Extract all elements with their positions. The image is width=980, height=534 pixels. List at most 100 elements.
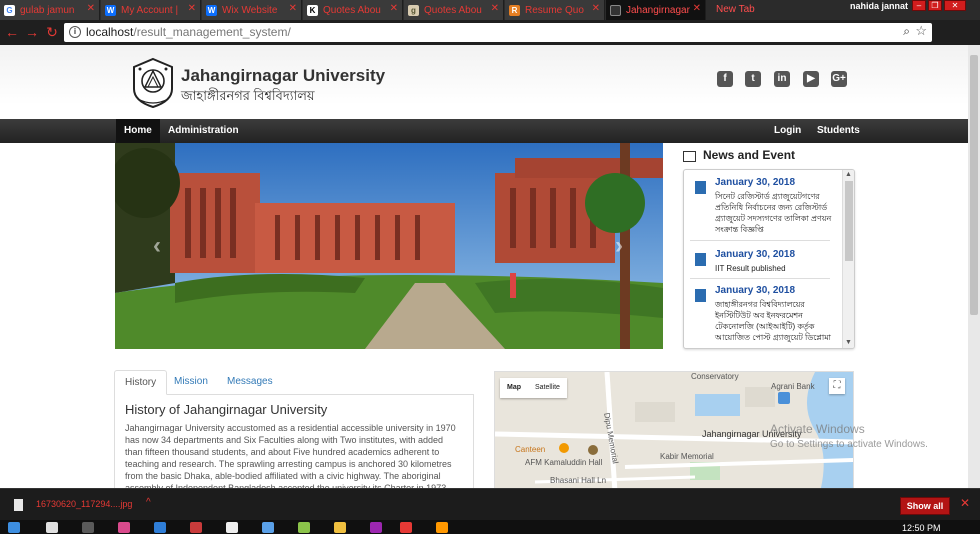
news-scrollbar[interactable]: ▲ ▼ — [842, 170, 854, 348]
history-body: Jahangirnagar University accustomed as a… — [125, 423, 456, 488]
news-date[interactable]: January 30, 2018 — [715, 249, 795, 260]
twitter-icon[interactable]: t — [745, 71, 761, 87]
news-item[interactable]: January 30, 2018 জাহাঙ্গীরনগর বিশ্ববিদ্য… — [690, 285, 833, 348]
show-all-button[interactable]: Show all — [900, 497, 950, 515]
tab-messages[interactable]: Messages — [217, 370, 283, 395]
new-tab-button[interactable]: New Tab — [710, 0, 755, 20]
close-tab-icon[interactable]: ✕ — [289, 3, 297, 14]
university-name-bangla: জাহাঙ্গীরনগর বিশ্ববিদ্যালয় — [181, 88, 315, 103]
maximize-icon[interactable]: ❐ — [928, 0, 942, 11]
news-item[interactable]: January 30, 2018 সিনেট রেজিস্টার্ড গ্র্য… — [690, 177, 833, 241]
task-view-icon[interactable] — [82, 522, 94, 533]
search-icon[interactable] — [46, 522, 58, 533]
close-tab-icon[interactable]: ✕ — [87, 3, 95, 14]
news-text[interactable]: সিনেট রেজিস্টার্ড গ্র্যাজুয়েটগণের প্রতি… — [715, 191, 833, 235]
k-icon: K — [307, 4, 318, 16]
scroll-thumb[interactable] — [845, 181, 853, 261]
document-icon — [695, 253, 706, 266]
facebook-icon[interactable]: f — [717, 71, 733, 87]
news-text[interactable]: জাহাঙ্গীরনগর বিশ্ববিদ্যালয়ের ইনস্টিটিউট… — [715, 299, 833, 343]
nav-students[interactable]: Students — [809, 119, 868, 143]
address-bar[interactable]: i localhost/result_management_system/ ⌕ … — [64, 23, 932, 42]
start-icon[interactable] — [8, 522, 20, 533]
carousel-next-icon[interactable]: › — [615, 234, 623, 258]
browser-tab[interactable]: W My Account | ✕ — [101, 0, 201, 20]
app-icon[interactable] — [262, 522, 274, 533]
site-header: Jahangirnagar University জাহাঙ্গীরনগর বি… — [0, 45, 968, 120]
university-name[interactable]: Jahangirnagar University — [181, 66, 385, 86]
google-plus-icon[interactable]: G+ — [831, 71, 847, 87]
wix-icon: W — [206, 4, 217, 16]
linkedin-icon[interactable]: in — [774, 71, 790, 87]
newspaper-icon — [683, 151, 696, 162]
browser-tab[interactable]: G gulab jamun ✕ — [0, 0, 100, 20]
clock[interactable]: 12:50 PM — [902, 523, 941, 533]
fullscreen-icon[interactable]: ⛶ — [829, 378, 845, 394]
chevron-up-icon[interactable]: ^ — [146, 497, 151, 508]
close-tab-icon[interactable]: ✕ — [188, 3, 196, 14]
map-type-control[interactable]: Map Satellite — [500, 378, 567, 398]
history-content: History of Jahangirnagar University Jaha… — [114, 394, 474, 488]
page-scrollbar[interactable] — [968, 45, 980, 488]
page-scroll-thumb[interactable] — [970, 55, 978, 315]
browser-tab[interactable]: g Quotes Abou ✕ — [404, 0, 504, 20]
app-icon[interactable] — [118, 522, 130, 533]
bookmark-star-icon[interactable]: ☆ — [915, 23, 927, 39]
app-icon[interactable] — [436, 522, 448, 533]
forward-icon[interactable]: → — [24, 24, 40, 40]
map-view-button[interactable]: Map — [500, 378, 528, 398]
windows-taskbar: 12:50 PM — [0, 520, 980, 534]
tab-title: Wix Website — [222, 4, 278, 16]
app-icon[interactable] — [190, 522, 202, 533]
tab-mission[interactable]: Mission — [164, 370, 218, 395]
campus-image-carousel[interactable]: ‹ › — [115, 143, 663, 349]
browser-tab[interactable]: R Resume Quo ✕ — [505, 0, 605, 20]
app-icon[interactable] — [226, 522, 238, 533]
close-tab-icon[interactable]: ✕ — [390, 3, 398, 14]
browser-tab-strip: G gulab jamun ✕ W My Account | ✕ W Wix W… — [0, 0, 980, 20]
nav-login[interactable]: Login — [766, 119, 809, 143]
app-icon[interactable] — [370, 522, 382, 533]
browser-tab[interactable]: W Wix Website ✕ — [202, 0, 302, 20]
youtube-icon[interactable]: ▶ — [803, 71, 819, 87]
news-item[interactable]: January 30, 2018 IIT Result published — [690, 249, 830, 279]
carousel-prev-icon[interactable]: ‹ — [153, 234, 161, 258]
app-icon[interactable] — [334, 522, 346, 533]
browser-tab[interactable]: K Quotes Abou ✕ — [303, 0, 403, 20]
university-logo[interactable] — [130, 57, 176, 109]
scroll-up-icon[interactable]: ▲ — [845, 171, 852, 178]
nav-home[interactable]: Home — [116, 119, 160, 143]
campus-photo — [115, 143, 663, 349]
close-icon[interactable]: ✕ — [960, 496, 970, 510]
browser-tab-active[interactable]: Jahangirnagar ✕ — [606, 0, 706, 20]
satellite-view-button[interactable]: Satellite — [528, 378, 567, 398]
info-icon[interactable]: i — [69, 26, 81, 38]
nav-administration[interactable]: Administration — [160, 119, 247, 143]
search-icon[interactable]: ⌕ — [903, 24, 910, 39]
scroll-down-icon[interactable]: ▼ — [845, 339, 852, 346]
download-filename[interactable]: 16730620_117294....jpg — [36, 499, 132, 509]
news-text[interactable]: IIT Result published — [715, 263, 833, 274]
tab-history[interactable]: History — [114, 370, 168, 395]
app-icon[interactable] — [154, 522, 166, 533]
close-tab-icon[interactable]: ✕ — [693, 3, 701, 14]
news-list[interactable]: January 30, 2018 সিনেট রেজিস্টার্ড গ্র্য… — [683, 169, 855, 349]
app-icon[interactable] — [298, 522, 310, 533]
browser-profile-name[interactable]: nahida jannat — [850, 0, 908, 12]
reload-icon[interactable]: ↻ — [44, 24, 60, 40]
resume-icon: R — [509, 4, 520, 16]
close-window-icon[interactable]: ✕ — [944, 0, 966, 11]
news-date[interactable]: January 30, 2018 — [715, 285, 795, 296]
about-tabs-panel: History Mission Messages History of Jaha… — [114, 370, 474, 488]
url-text[interactable]: localhost/result_management_system/ — [86, 25, 291, 39]
minimize-icon[interactable]: – — [912, 0, 926, 11]
map-label: Agrani Bank — [771, 382, 815, 391]
windows-activation-watermark: Activate Windows Go to Settings to activ… — [770, 422, 928, 450]
about-tab-bar: History Mission Messages — [114, 370, 474, 395]
history-title: History of Jahangirnagar University — [125, 402, 328, 417]
chrome-icon[interactable] — [400, 522, 412, 533]
news-date[interactable]: January 30, 2018 — [715, 177, 795, 188]
close-tab-icon[interactable]: ✕ — [592, 3, 600, 14]
back-icon[interactable]: ← — [4, 24, 20, 40]
close-tab-icon[interactable]: ✕ — [491, 3, 499, 14]
